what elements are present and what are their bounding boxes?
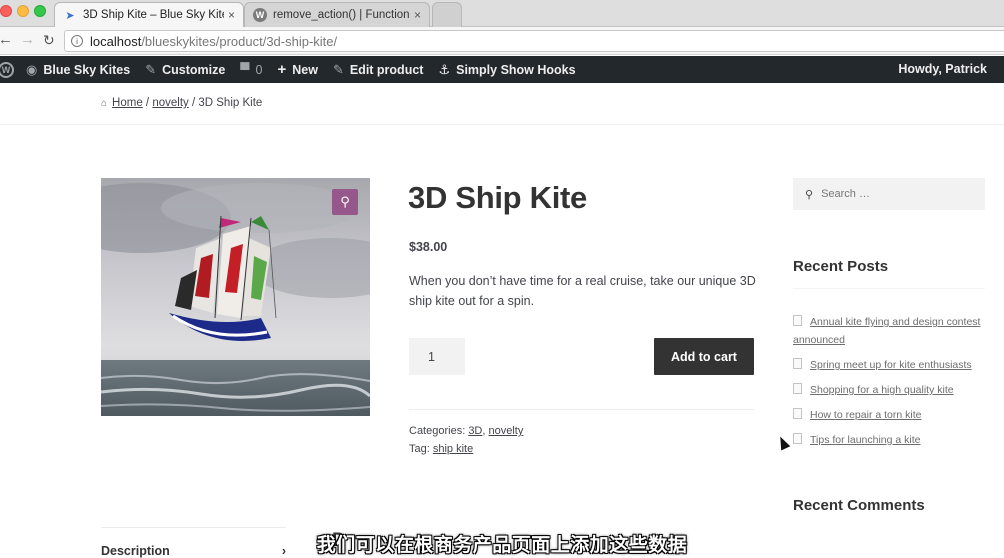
back-arrow-icon[interactable]: ←: [0, 31, 13, 48]
forward-arrow-icon[interactable]: →: [20, 31, 35, 48]
dashboard-icon: ◉: [26, 61, 38, 77]
product-image[interactable]: [101, 178, 370, 416]
product-tags: Tag: ship kite: [409, 443, 473, 455]
product-categories: Categories: 3D, novelty: [409, 425, 523, 437]
ship-kite-photo: [101, 178, 370, 416]
breadcrumb-separator: /: [188, 97, 199, 109]
comments-link[interactable]: ▀ 0: [240, 62, 262, 77]
tag-label: Tag:: [409, 443, 433, 455]
wordpress-favicon-icon: W: [253, 8, 267, 22]
document-icon: [793, 315, 802, 326]
tab-close-icon[interactable]: ×: [228, 8, 235, 22]
window-close-button[interactable]: [0, 5, 12, 17]
document-icon: [793, 408, 802, 419]
comment-bubble-icon: ▀: [240, 62, 250, 77]
edit-product-label: Edit product: [349, 62, 424, 77]
list-item: Annual kite flying and design contest an…: [793, 313, 988, 349]
howdy-label: Howdy, Patrick: [898, 62, 987, 76]
browser-tab-inactive[interactable]: W remove_action() | Function | W ×: [244, 2, 430, 27]
recent-post-link[interactable]: How to repair a torn kite: [810, 409, 921, 421]
recent-posts-list: Annual kite flying and design contest an…: [793, 313, 988, 456]
recent-comments-title: Recent Comments: [793, 497, 925, 514]
breadcrumb-current: 3D Ship Kite: [198, 97, 263, 109]
breadcrumb: ⌂ Home / novelty / 3D Ship Kite: [101, 97, 262, 109]
document-icon: [793, 383, 802, 394]
category-link-novelty[interactable]: novelty: [489, 425, 524, 437]
url-host: localhost: [90, 33, 142, 49]
wordpress-logo-icon: W: [0, 61, 14, 78]
reload-icon[interactable]: ↻: [43, 32, 55, 49]
tabs-divider: [101, 527, 286, 528]
site-name-menu[interactable]: ◉ Blue Sky Kites: [26, 62, 130, 78]
url-path: /blueskykites/product/3d-ship-kite/: [141, 33, 338, 49]
product-short-description: When you don’t have time for a real crui…: [409, 274, 756, 308]
site-name-label: Blue Sky Kites: [43, 62, 131, 77]
list-item: Tips for launching a kite: [793, 431, 988, 449]
show-hooks-link[interactable]: ⚓ Simply Show Hooks: [438, 62, 575, 78]
wordpress-logo-menu[interactable]: W: [0, 61, 14, 78]
recent-post-link[interactable]: Shopping for a high quality kite: [810, 384, 954, 396]
browser-tab-active[interactable]: ➤ 3D Ship Kite – Blue Sky Kites ×: [54, 2, 244, 27]
new-content-menu[interactable]: + New: [277, 61, 317, 78]
video-subtitle: 我们可以在根商务产品页面上添加这些数据: [316, 534, 688, 556]
product-price: $38.00: [409, 240, 448, 254]
url-bar[interactable]: i localhost/blueskykites/product/3d-ship…: [64, 30, 1004, 52]
customize-link[interactable]: ✎ Customize: [145, 62, 225, 78]
show-hooks-label: Simply Show Hooks: [456, 62, 576, 77]
list-item: Spring meet up for kite enthusiasts: [793, 356, 988, 374]
account-menu[interactable]: Howdy, Patrick: [898, 62, 987, 76]
edit-product-link[interactable]: ✎ Edit product: [333, 62, 424, 78]
breadcrumb-separator: /: [142, 97, 153, 109]
window-zoom-button[interactable]: [34, 5, 46, 17]
search-placeholder: Search …: [821, 188, 870, 200]
categories-label: Categories:: [409, 425, 469, 437]
widget-divider: [793, 288, 985, 289]
tab-title: 3D Ship Kite – Blue Sky Kites: [83, 9, 224, 21]
tab-title: remove_action() | Function | W: [273, 9, 410, 21]
add-to-cart-button[interactable]: Add to cart: [654, 338, 754, 375]
recent-post-link[interactable]: Spring meet up for kite enthusiasts: [810, 359, 972, 371]
breadcrumb-category-link[interactable]: novelty: [152, 97, 188, 109]
window-minimize-button[interactable]: [17, 5, 29, 17]
customize-label: Customize: [162, 62, 226, 77]
browser-toolbar: ← → ↻ i localhost/blueskykites/product/3…: [0, 27, 1004, 55]
recent-posts-title: Recent Posts: [793, 258, 889, 275]
category-link-3d[interactable]: 3D: [468, 425, 482, 437]
kite-favicon-icon: ➤: [65, 9, 75, 22]
mouse-cursor-icon: [775, 434, 791, 451]
paintbrush-icon: ✎: [145, 61, 157, 77]
page-info-icon[interactable]: i: [71, 35, 83, 47]
tab-close-icon[interactable]: ×: [414, 8, 421, 22]
wp-admin-bar: W ◉ Blue Sky Kites ✎ Customize ▀ 0 + New…: [0, 56, 1004, 83]
search-field[interactable]: ⚲ Search …: [793, 178, 985, 210]
recent-post-link[interactable]: Annual kite flying and design contest an…: [793, 316, 980, 346]
header-divider: [0, 124, 1004, 125]
recent-post-link[interactable]: Tips for launching a kite: [810, 434, 921, 446]
zoom-magnifier-icon[interactable]: ⚲: [332, 189, 358, 215]
document-icon: [793, 433, 802, 444]
browser-tab-bar: ➤ 3D Ship Kite – Blue Sky Kites × W remo…: [0, 0, 1004, 27]
quantity-input[interactable]: 1: [409, 338, 465, 375]
list-item: How to repair a torn kite: [793, 406, 988, 424]
product-title: 3D Ship Kite: [408, 180, 587, 215]
breadcrumb-home-link[interactable]: Home: [112, 97, 143, 109]
search-icon: ⚲: [805, 188, 814, 201]
plus-icon: +: [277, 61, 287, 78]
new-tab-button[interactable]: [432, 2, 462, 27]
comments-count: 0: [255, 62, 263, 77]
pencil-icon: ✎: [332, 61, 344, 77]
hook-icon: ⚓: [438, 61, 451, 77]
list-item: Shopping for a high quality kite: [793, 381, 988, 399]
product-meta-divider: [409, 409, 754, 410]
home-icon: ⌂: [101, 98, 108, 109]
new-label: New: [292, 62, 318, 77]
document-icon: [793, 358, 802, 369]
tag-link-ship-kite[interactable]: ship kite: [433, 443, 473, 455]
